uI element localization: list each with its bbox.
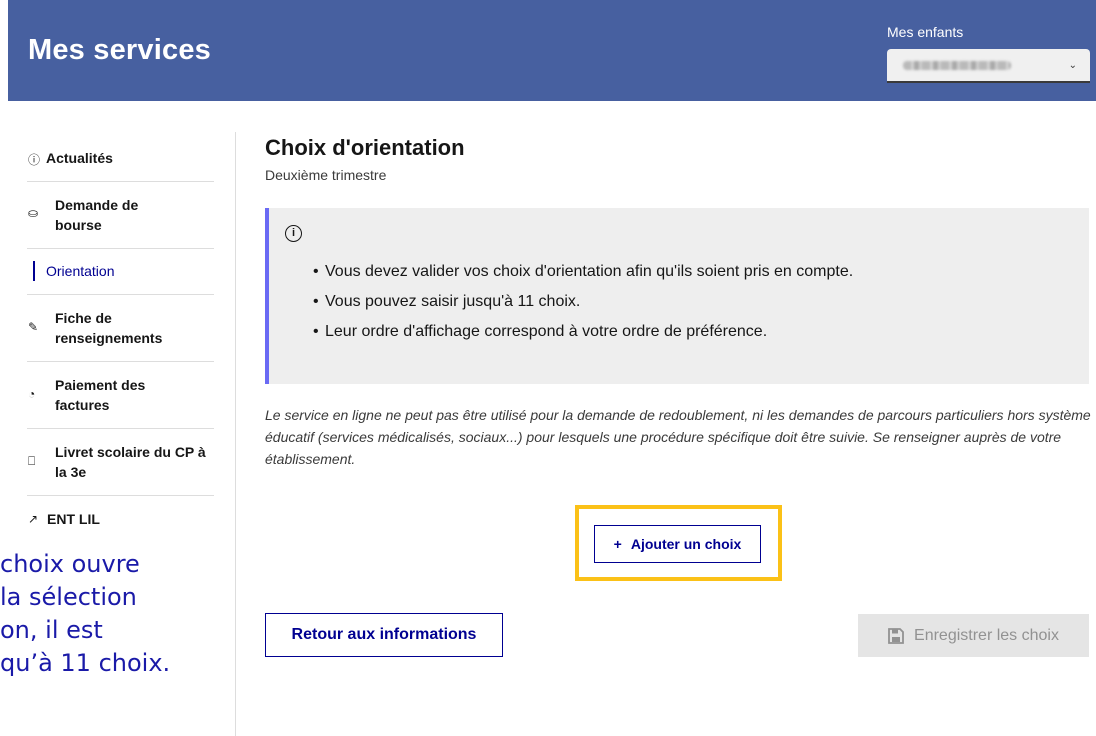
- sidebar-item-label: Demande de bourse: [55, 197, 139, 233]
- add-choice-label: Ajouter un choix: [630, 536, 742, 552]
- external-link-icon: ↗: [28, 512, 39, 526]
- tutorial-caption-line: on, il est: [0, 616, 103, 644]
- sidebar-item-livret-scolaire[interactable]: ⎕ Livret scolaire du CP à la 3e: [27, 429, 214, 496]
- tutorial-overlay-caption: choix ouvre la sélection on, il est qu’à…: [0, 548, 240, 680]
- child-name-blurred: [903, 61, 1011, 70]
- sidebar-item-label: Actualités: [46, 150, 113, 166]
- sidebar-item-label: Paiement des factures: [55, 377, 146, 413]
- info-callout: i Vous devez valider vos choix d'orienta…: [265, 208, 1089, 384]
- payment-icon: ◔: [28, 387, 36, 401]
- sidebar-item-label: Fiche de renseignements: [55, 310, 163, 346]
- sidebar-item-label: Orientation: [46, 263, 115, 279]
- sidebar-item-paiement-des-factures[interactable]: ◔ Paiement des factures: [27, 362, 214, 429]
- book-icon: ⎕: [28, 454, 36, 468]
- save-choices-label: Enregistrer les choix: [914, 626, 1059, 644]
- tutorial-caption-line: la sélection: [0, 583, 137, 611]
- tutorial-caption-line: qu’à 11 choix.: [0, 649, 171, 677]
- add-choice-button[interactable]: + Ajouter un choix: [594, 525, 761, 563]
- back-to-information-button[interactable]: Retour aux informations: [265, 613, 503, 657]
- save-choices-button[interactable]: Enregistrer les choix: [858, 614, 1089, 657]
- child-selector-label: Mes enfants: [887, 24, 964, 40]
- sidebar-item-label: Livret scolaire du CP à la 3e: [55, 444, 206, 480]
- info-icon: i: [285, 225, 302, 242]
- info-list-item: Vous devez valider vos choix d'orientati…: [313, 260, 853, 290]
- page-title: Choix d'orientation: [265, 135, 465, 160]
- child-select[interactable]: ⌄: [887, 49, 1090, 83]
- active-indicator: [33, 261, 35, 281]
- sidebar-item-fiche-de-renseignements[interactable]: ✎ Fiche de renseignements: [27, 295, 214, 362]
- page-header-title: Mes services: [28, 34, 211, 66]
- info-list-item: Leur ordre d'affichage correspond à votr…: [313, 320, 853, 350]
- info-list: Vous devez valider vos choix d'orientati…: [313, 260, 853, 350]
- sidebar-item-orientation[interactable]: Orientation: [27, 249, 214, 295]
- save-floppy-icon: [888, 627, 904, 644]
- tutorial-caption-line: choix ouvre: [0, 550, 140, 578]
- info-list-item: Vous pouvez saisir jusqu'à 11 choix.: [313, 290, 853, 320]
- service-notice: Le service en ligne ne peut pas être uti…: [265, 407, 1091, 467]
- info-icon: ⓘ: [28, 153, 41, 167]
- sidebar-item-actualites[interactable]: ⓘ Actualités: [27, 132, 214, 182]
- page-subtitle: Deuxième trimestre: [265, 167, 387, 183]
- form-edit-icon: ✎: [28, 320, 39, 334]
- sidebar-item-label: ENT LIL: [47, 511, 100, 527]
- sidebar-item-demande-de-bourse[interactable]: ⛀ Demande de bourse: [27, 182, 214, 249]
- sidebar-item-ent-lil[interactable]: ↗ ENT LIL: [27, 496, 214, 542]
- header-banner: Mes services Mes enfants ⌄: [8, 0, 1096, 101]
- plus-icon: +: [613, 536, 622, 552]
- chevron-down-icon: ⌄: [1068, 60, 1077, 71]
- hand-coins-icon: ⛀: [28, 206, 39, 220]
